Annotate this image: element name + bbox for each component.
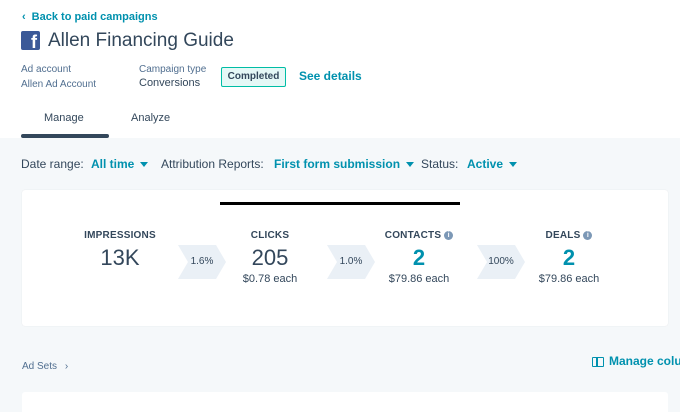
status-dropdown[interactable]: Active [467,157,518,171]
stat-contacts: CONTACTS i 2 $79.86 each [354,230,484,285]
stat-cost: $79.86 each [388,273,450,285]
info-icon[interactable]: i [583,230,593,240]
manage-columns-button[interactable]: Manage colu [592,354,680,368]
stat-cost: $0.78 each [242,273,298,285]
caret-down-icon [140,162,149,168]
columns-icon [592,356,604,367]
highlight-bar [220,202,460,205]
see-details-link[interactable]: See details [299,69,362,83]
stat-value[interactable]: 2 [354,245,484,271]
date-range-dropdown[interactable]: All time [91,157,149,171]
stat-clicks: CLICKS 205 $0.78 each [205,230,335,285]
funnel-card: IMPRESSIONS 13K 1.6% CLICKS 205 $0.78 ea… [22,190,668,326]
stat-value[interactable]: 2 [504,245,634,271]
chevron-left-icon: ‹ [22,11,26,23]
stat-label: IMPRESSIONS [84,230,156,241]
campaign-header: ‹ Back to paid campaigns f Allen Financin… [0,0,680,138]
date-range-label: Date range: [21,157,84,171]
tab-manage[interactable]: Manage [44,112,84,124]
stat-label: DEALS [545,230,581,241]
stat-cost: $79.86 each [538,273,600,285]
stat-label-row: DEALS i [504,230,634,241]
chevron-right-icon: › [64,361,69,372]
attribution-value: First form submission [274,157,401,171]
stat-label: CLICKS [250,230,290,241]
tab-analyze[interactable]: Analyze [131,112,170,124]
stat-impressions: IMPRESSIONS 13K [55,230,185,271]
facebook-icon: f [21,31,40,50]
attribution-dropdown[interactable]: First form submission [274,157,415,171]
ad-sets-card [22,392,668,412]
campaign-type-value: Conversions [139,77,201,89]
info-icon[interactable]: i [444,230,454,240]
stat-value: 205 [251,245,289,270]
stat-label-row: CONTACTS i [354,230,484,241]
caret-down-icon [406,162,415,168]
ad-sets-label: Ad Sets [22,361,58,372]
page-title: Allen Financing Guide [48,30,234,51]
date-range-value: All time [91,157,135,171]
attribution-label: Attribution Reports: [161,157,264,171]
campaign-type-label: Campaign type [139,64,207,75]
stat-value: 13K [100,245,140,270]
back-to-campaigns-link[interactable]: ‹ Back to paid campaigns [22,11,158,23]
status-label: Status: [421,157,459,171]
ad-account-label: Ad account [21,64,72,75]
ad-account-value: Allen Ad Account [21,79,97,90]
caret-down-icon [509,162,518,168]
stat-label: CONTACTS [384,230,442,241]
active-tab-indicator [21,134,109,138]
manage-columns-label: Manage colu [609,354,680,368]
ad-sets-breadcrumb[interactable]: Ad Sets › [22,361,68,372]
status-value: Active [467,157,504,171]
status-badge: Completed [221,67,286,87]
stat-deals: DEALS i 2 $79.86 each [504,230,634,285]
back-link-label: Back to paid campaigns [31,11,158,23]
